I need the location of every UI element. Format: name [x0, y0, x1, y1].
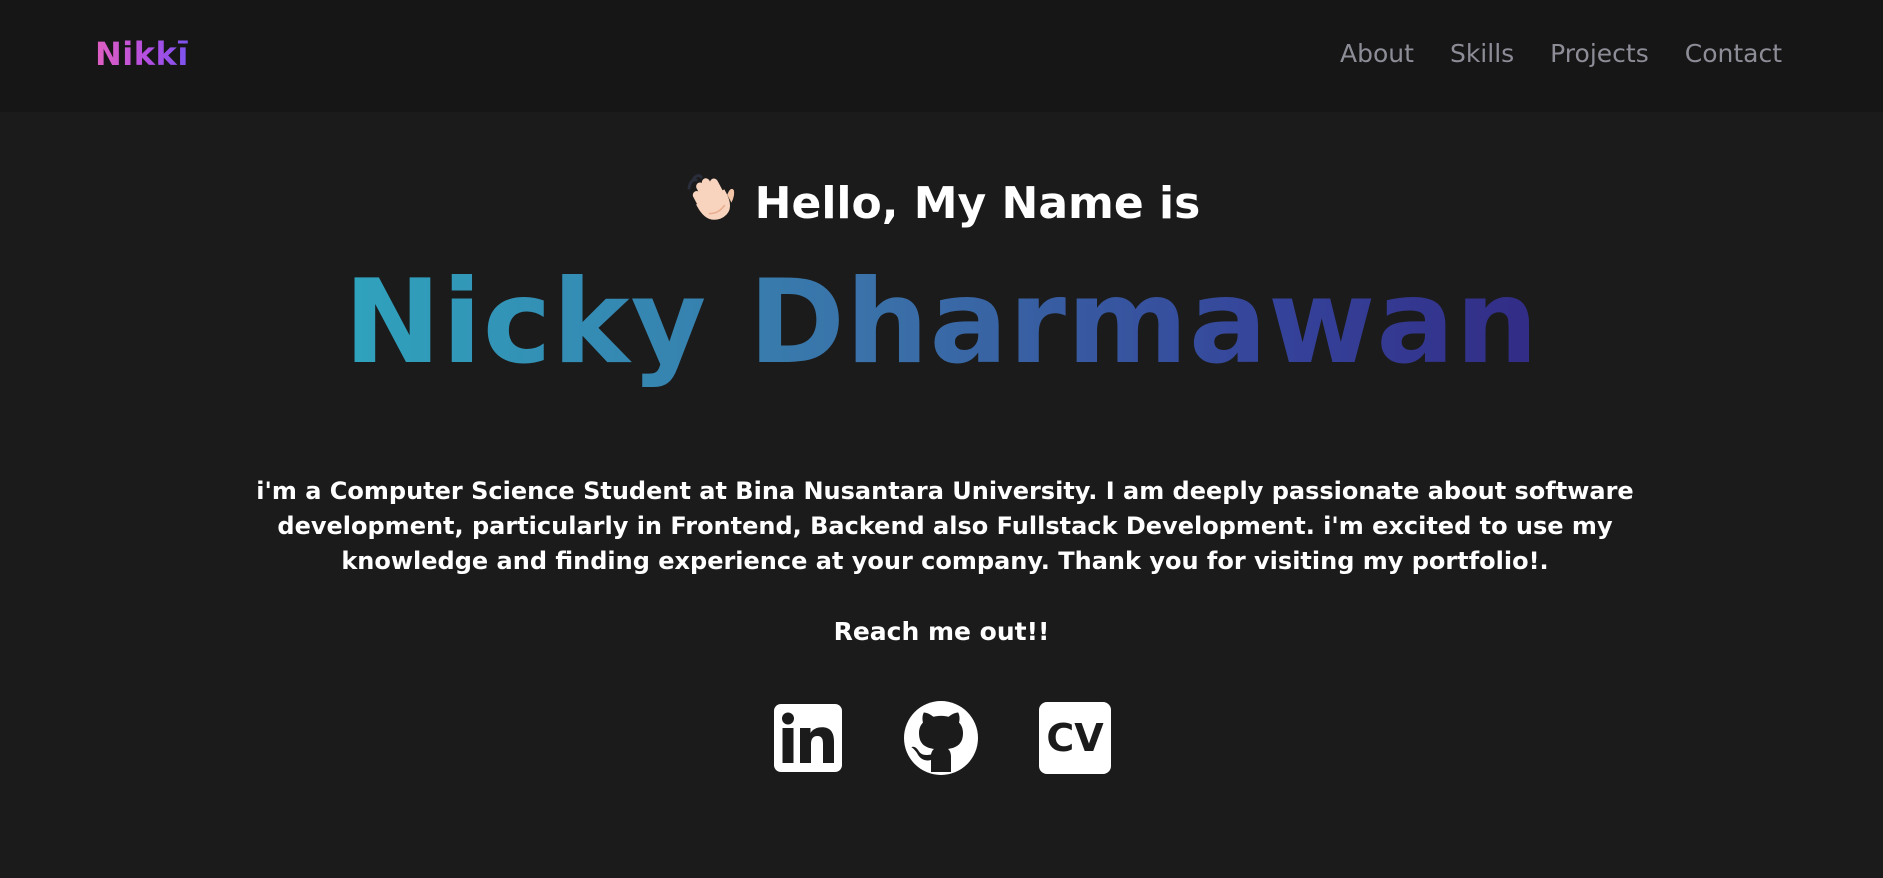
- nav-link-contact[interactable]: Contact: [1685, 36, 1782, 72]
- social-links: CV: [0, 700, 1883, 776]
- cv-icon: CV: [1038, 702, 1111, 774]
- nav-links: About Skills Projects Contact: [1340, 36, 1782, 72]
- cv-label: CV: [1046, 716, 1104, 760]
- nav-link-projects[interactable]: Projects: [1550, 36, 1649, 72]
- hero-greeting: Hello, My Name is: [0, 174, 1883, 234]
- brand-logo[interactable]: Nikkī: [95, 34, 189, 74]
- nav-link-about[interactable]: About: [1340, 36, 1414, 72]
- reach-out-text: Reach me out!!: [833, 617, 1050, 646]
- github-link[interactable]: [903, 700, 979, 776]
- nav-link-skills[interactable]: Skills: [1450, 36, 1514, 72]
- github-icon: [903, 700, 979, 776]
- navbar: Nikkī About Skills Projects Contact: [0, 0, 1883, 112]
- hero-name-text: Nicky Dharmawan: [343, 255, 1540, 390]
- hero-name: Nicky Dharmawan: [0, 258, 1883, 388]
- linkedin-icon: [773, 703, 843, 773]
- cv-link[interactable]: CV: [1038, 702, 1111, 774]
- greeting-text: Hello, My Name is: [754, 178, 1201, 229]
- waving-hand-icon: [683, 168, 741, 226]
- linkedin-link[interactable]: [773, 703, 843, 773]
- hero-bio: i'm a Computer Science Student at Bina N…: [256, 477, 1634, 575]
